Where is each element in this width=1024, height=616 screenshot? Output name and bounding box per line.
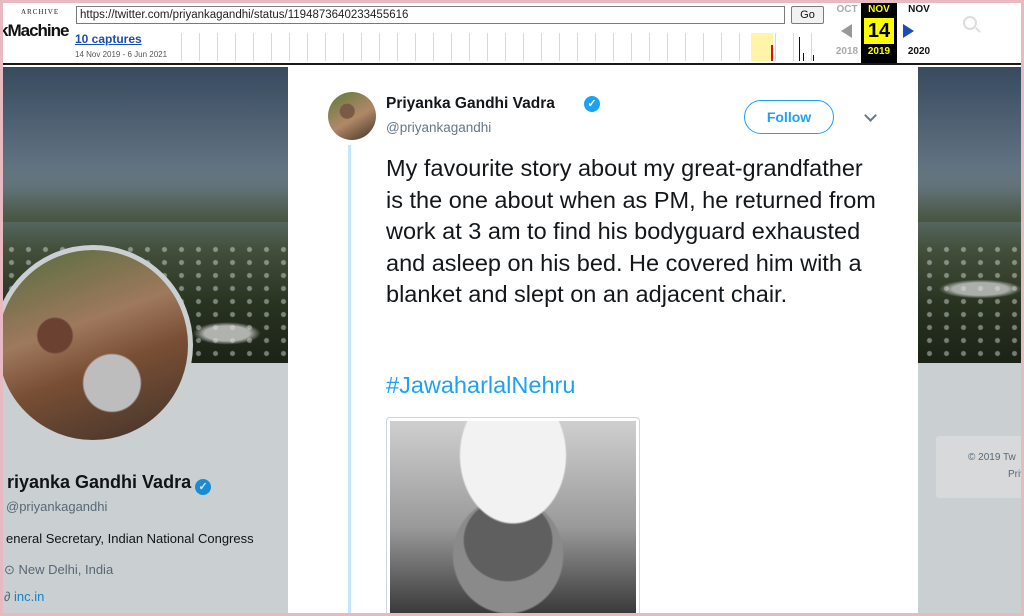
sparkline-tick xyxy=(343,33,344,61)
sparkline-tick xyxy=(487,33,488,61)
tweet-modal: Priyanka Gandhi Vadra ✓ @priyankagandhi … xyxy=(288,67,918,613)
url-input[interactable]: https://twitter.com/priyankagandhi/statu… xyxy=(76,6,785,24)
sparkline-tick xyxy=(793,33,794,61)
current-day: 14 xyxy=(864,18,894,44)
sparkline-tick xyxy=(577,33,578,61)
sparkline-tick xyxy=(721,33,722,61)
tweet-author-name[interactable]: Priyanka Gandhi Vadra xyxy=(386,95,555,113)
tweet-author-handle[interactable]: @priyankagandhi xyxy=(386,120,491,135)
captures-link[interactable]: 10 captures xyxy=(75,32,142,46)
sparkline-tick xyxy=(505,33,506,61)
sparkline-tick xyxy=(739,33,740,61)
sparkline-tick xyxy=(325,33,326,61)
sparkline-tick xyxy=(541,33,542,61)
sparkline-capture-bar xyxy=(813,55,814,61)
hashtag-link[interactable]: #JawaharlalNehru xyxy=(386,372,575,399)
sparkline-tick xyxy=(469,33,470,61)
sparkline-tick xyxy=(775,33,776,61)
sparkline-tick xyxy=(217,33,218,61)
sparkline-tick xyxy=(199,33,200,61)
sparkline-tick xyxy=(289,33,290,61)
browser-frame: ARCHIVE kMachine https://twitter.com/pri… xyxy=(3,3,1021,613)
capture-date-range: 14 Nov 2019 - 6 Jun 2021 xyxy=(75,50,168,59)
search-icon[interactable] xyxy=(963,16,977,30)
sparkline-tick xyxy=(235,33,236,61)
sparkline-tick xyxy=(415,33,416,61)
chevron-down-icon[interactable] xyxy=(864,109,877,122)
sparkline-tick xyxy=(667,33,668,61)
current-year: 2019 xyxy=(867,46,891,57)
current-month: NOV xyxy=(868,4,890,15)
wayback-logo[interactable]: ARCHIVE kMachine xyxy=(3,5,69,57)
sparkline-capture-bar xyxy=(803,53,804,61)
sparkline-tick xyxy=(433,33,434,61)
sparkline-tick xyxy=(181,33,182,61)
calendar-current: NOV 14 2019 xyxy=(861,3,897,63)
next-year: 2020 xyxy=(907,46,931,57)
sparkline-tick xyxy=(271,33,272,61)
sparkline-tick xyxy=(307,33,308,61)
sparkline-tick xyxy=(631,33,632,61)
capture-sparkline[interactable] xyxy=(181,33,826,61)
sparkline-tick xyxy=(451,33,452,61)
next-capture-arrow-icon[interactable] xyxy=(903,24,914,38)
tweet-text: My favourite story about my great-grandf… xyxy=(386,155,876,307)
tweet-media[interactable] xyxy=(386,417,640,613)
prev-capture-arrow-icon[interactable] xyxy=(841,24,852,38)
sparkline-current-marker xyxy=(771,45,773,61)
sparkline-tick xyxy=(811,33,812,61)
sparkline-tick xyxy=(523,33,524,61)
logo-machine-text: kMachine xyxy=(3,21,69,40)
next-month: NOV xyxy=(908,4,930,15)
wayback-toolbar: ARCHIVE kMachine https://twitter.com/pri… xyxy=(3,3,1021,65)
sparkline-current-year xyxy=(751,33,773,61)
sparkline-tick xyxy=(361,33,362,61)
thread-line xyxy=(348,145,351,613)
tweet-photo xyxy=(390,421,636,613)
verified-badge-icon: ✓ xyxy=(584,96,600,112)
sparkline-tick xyxy=(253,33,254,61)
sparkline-capture-bar xyxy=(799,37,800,61)
sparkline-tick xyxy=(685,33,686,61)
follow-button[interactable]: Follow xyxy=(744,100,834,134)
sparkline-tick xyxy=(397,33,398,61)
sparkline-tick xyxy=(595,33,596,61)
sparkline-tick xyxy=(379,33,380,61)
logo-archive-text: ARCHIVE xyxy=(21,8,60,16)
tweet-author-avatar[interactable] xyxy=(328,92,376,140)
go-button[interactable]: Go xyxy=(791,6,824,24)
sparkline-tick xyxy=(703,33,704,61)
sparkline-tick xyxy=(613,33,614,61)
sparkline-tick xyxy=(649,33,650,61)
sparkline-tick xyxy=(559,33,560,61)
